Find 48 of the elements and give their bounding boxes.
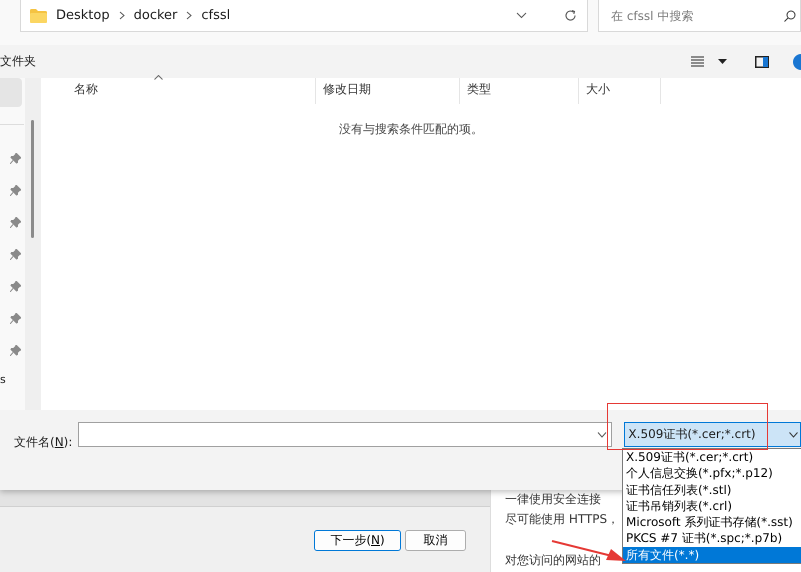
filename-label: 文件名(N):	[14, 434, 72, 451]
dropdown-option[interactable]: X.509证书(*.cer;*.crt)	[623, 449, 801, 466]
column-header[interactable]: 类型	[460, 78, 579, 104]
scrollbar[interactable]	[25, 78, 40, 410]
search-icon[interactable]	[784, 10, 796, 22]
chevron-right-icon	[118, 11, 125, 20]
empty-message: 没有与搜索条件匹配的项。	[338, 121, 484, 138]
pin-icon	[10, 281, 21, 292]
address-bar[interactable]: Desktop docker cfssl	[20, 0, 588, 32]
column-header[interactable]: 大小	[579, 78, 661, 104]
next-button[interactable]: 下一步(N)	[314, 530, 401, 551]
breadcrumb[interactable]: docker	[134, 8, 178, 23]
dropdown-option[interactable]: 证书信任列表(*.stl)	[623, 482, 801, 498]
pin-icon	[10, 153, 21, 164]
pin-icon	[10, 217, 21, 228]
dropdown-option[interactable]: PKCS #7 证书(*.spc;*.p7b)	[623, 530, 801, 547]
sidebar-label: s	[0, 373, 6, 386]
dropdown-option[interactable]: 个人信息交换(*.pfx;*.p12)	[623, 465, 801, 482]
dropdown-option[interactable]: Microsoft 系列证书存储(*.sst)	[623, 514, 801, 530]
breadcrumb[interactable]: cfssl	[201, 8, 230, 23]
body-text: 对您访问的网站的	[505, 552, 601, 569]
filename-field[interactable]	[78, 422, 612, 447]
search-input[interactable]: 在 cfssl 中搜索	[609, 8, 784, 24]
cancel-button[interactable]: 取消	[405, 530, 466, 551]
refresh-icon[interactable]	[564, 9, 577, 22]
breadcrumb[interactable]: Desktop	[56, 8, 110, 23]
pin-icon	[10, 345, 21, 356]
search-field[interactable]: 在 cfssl 中搜索	[598, 0, 801, 32]
list-view-icon[interactable]	[691, 56, 704, 67]
preview-pane-icon[interactable]	[755, 56, 769, 68]
caret-down-icon[interactable]	[718, 59, 727, 64]
dropdown-option[interactable]: 所有文件(*.*)	[623, 546, 801, 564]
body-text: 尽可能使用 HTTPS，	[505, 511, 620, 528]
pin-icon	[10, 249, 21, 260]
folder-icon	[30, 8, 47, 22]
body-text: 一律使用安全连接	[505, 491, 601, 508]
chevron-right-icon	[186, 11, 192, 20]
pin-icon	[10, 313, 21, 324]
new-folder-button[interactable]: 文件夹	[0, 53, 36, 70]
chevron-down-icon[interactable]	[789, 432, 798, 438]
chevron-down-icon[interactable]	[597, 432, 608, 438]
file-type-dropdown[interactable]: X.509证书(*.cer;*.crt)	[624, 422, 801, 447]
dropdown-option[interactable]: 证书吊销列表(*.crl)	[623, 498, 801, 514]
help-icon[interactable]	[793, 54, 801, 70]
chevron-down-icon[interactable]	[516, 12, 527, 19]
column-header[interactable]: 修改日期	[316, 78, 460, 104]
column-header[interactable]: 名称	[41, 78, 316, 104]
pin-icon	[10, 185, 21, 196]
